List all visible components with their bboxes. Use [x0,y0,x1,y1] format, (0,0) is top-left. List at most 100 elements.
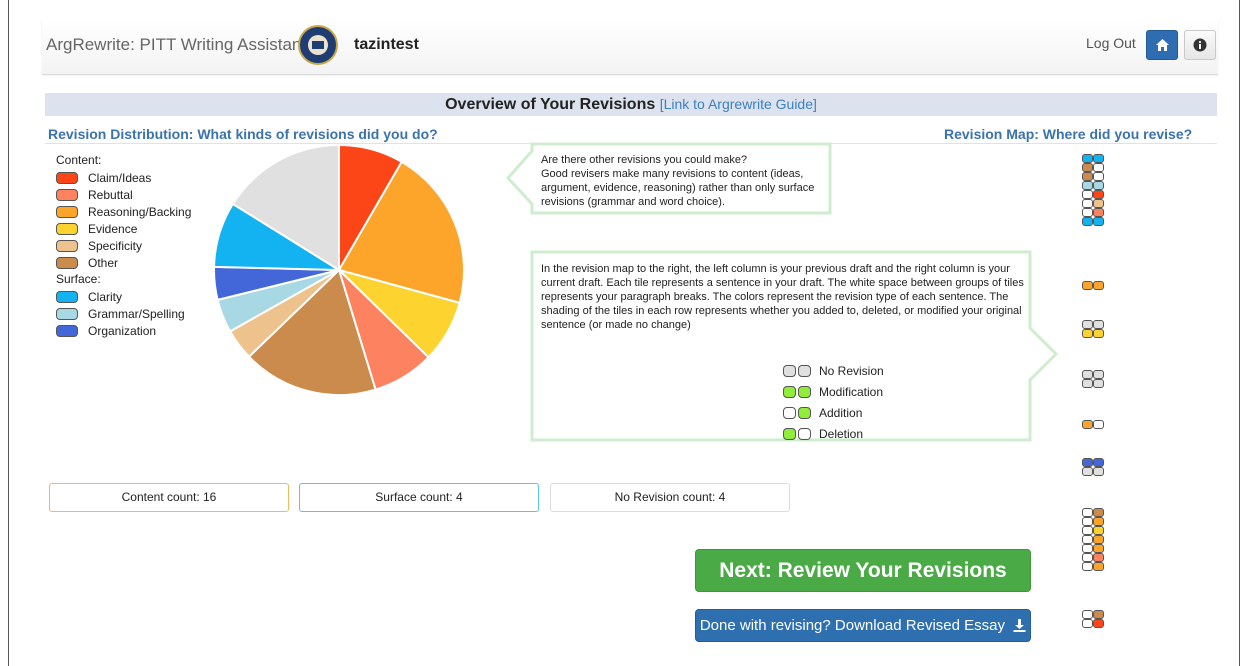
sentence-tile[interactable] [1082,329,1093,338]
map-legend-tile-right [798,406,811,419]
legend-label: Clarity [88,289,123,304]
map-legend-row: Addition [783,402,884,423]
sentence-tile[interactable] [1093,553,1104,562]
sentence-tile[interactable] [1082,619,1093,628]
sentence-tile[interactable] [1082,610,1093,619]
callout-top-question: Are there other revisions you could make… [541,154,748,166]
legend-item: Reasoning/Backing [56,203,191,220]
sentence-tile[interactable] [1082,420,1093,429]
download-revised-essay-button[interactable]: Done with revising? Download Revised Ess… [695,609,1031,642]
overview-header: Overview of Your Revisions [Link to Argr… [45,93,1217,116]
sentence-tile[interactable] [1082,562,1093,571]
sentence-tile[interactable] [1082,320,1093,329]
overview-title: Overview of Your Revisions [445,96,656,113]
download-button-label: Done with revising? Download Revised Ess… [699,617,1005,634]
sentence-tile[interactable] [1093,526,1104,535]
legend-swatch [56,222,78,235]
sentence-tile[interactable] [1093,370,1104,379]
legend-label: Organization [88,323,157,338]
map-legend-tile-right [798,385,811,398]
revision-distribution-pie-chart [213,143,465,396]
sentence-tile[interactable] [1093,544,1104,553]
map-legend-tile-right [798,364,811,377]
sentence-tile[interactable] [1082,508,1093,517]
legend-swatch [56,205,78,218]
sentence-tile[interactable] [1093,190,1104,199]
legend-swatch [56,239,78,252]
map-legend-tile-left [783,427,796,440]
sentence-tile[interactable] [1082,217,1093,226]
guide-link[interactable]: [Link to Argrewrite Guide] [660,96,817,112]
legend-swatch [56,290,78,303]
sentence-tile[interactable] [1093,619,1104,628]
map-legend-label: Addition [819,405,863,420]
sentence-tile[interactable] [1093,517,1104,526]
sentence-tile[interactable] [1093,329,1104,338]
no-revision-count-box: No Revision count: 4 [550,483,790,512]
sentence-tile[interactable] [1082,154,1093,163]
legend-swatch [56,324,78,337]
sentence-tile[interactable] [1093,379,1104,388]
home-button[interactable] [1146,30,1178,60]
sentence-tile[interactable] [1082,535,1093,544]
legend-item: Specificity [56,237,191,254]
sentence-tile[interactable] [1093,508,1104,517]
sentence-tile[interactable] [1082,281,1093,290]
legend-label: Reasoning/Backing [88,204,192,219]
sentence-tile[interactable] [1093,610,1104,619]
sentence-tile[interactable] [1082,467,1093,476]
surface-count-box: Surface count: 4 [299,483,539,512]
revision-type-legend: Content: Claim/Ideas Rebuttal Reasoning/… [56,152,191,339]
next-review-revisions-button[interactable]: Next: Review Your Revisions [695,549,1031,592]
sentence-tile[interactable] [1093,535,1104,544]
legend-surface-label: Surface: [56,272,101,286]
sentence-tile[interactable] [1082,181,1093,190]
distribution-title: Revision Distribution: What kinds of rev… [48,126,438,142]
legend-swatch [56,256,78,269]
legend-item: Claim/Ideas [56,169,191,186]
sentence-tile[interactable] [1082,163,1093,172]
sentence-tile[interactable] [1093,181,1104,190]
sentence-tile[interactable] [1082,190,1093,199]
map-legend-tile-left [783,406,796,419]
sentence-tile[interactable] [1093,199,1104,208]
sentence-tile[interactable] [1093,217,1104,226]
info-button[interactable] [1184,30,1216,60]
app-title[interactable]: ArgRewrite: PITT Writing Assistant [46,35,306,55]
sentence-tile[interactable] [1093,467,1104,476]
sentence-tile[interactable] [1093,208,1104,217]
sentence-tile[interactable] [1082,208,1093,217]
sentence-tile[interactable] [1082,553,1093,562]
legend-label: Claim/Ideas [88,170,152,185]
revision-map [1082,0,1112,666]
sentence-tile[interactable] [1082,517,1093,526]
map-legend-tile-left [783,364,796,377]
sentence-tile[interactable] [1093,562,1104,571]
legend-item: Evidence [56,220,191,237]
sentence-tile[interactable] [1093,458,1104,467]
sentence-tile[interactable] [1082,199,1093,208]
sentence-tile[interactable] [1082,172,1093,181]
sentence-tile[interactable] [1093,420,1104,429]
map-legend-row: Deletion [783,423,884,444]
sentence-tile[interactable] [1093,172,1104,181]
university-seal-logo [298,25,338,65]
sentence-tile[interactable] [1093,163,1104,172]
map-legend-label: No Revision [819,363,884,378]
navbar: ArgRewrite: PITT Writing Assistant tazin… [42,18,1218,75]
map-legend-row: No Revision [783,360,884,381]
sentence-tile[interactable] [1082,458,1093,467]
legend-swatch [56,171,78,184]
download-icon [1013,619,1026,632]
sentence-tile[interactable] [1082,526,1093,535]
legend-item: Clarity [56,288,191,305]
legend-item: Other [56,254,191,271]
sentence-tile[interactable] [1093,154,1104,163]
legend-label: Evidence [88,221,138,236]
sentence-tile[interactable] [1082,370,1093,379]
map-legend-label: Deletion [819,426,864,441]
sentence-tile[interactable] [1082,544,1093,553]
sentence-tile[interactable] [1093,281,1104,290]
sentence-tile[interactable] [1082,379,1093,388]
sentence-tile[interactable] [1093,320,1104,329]
